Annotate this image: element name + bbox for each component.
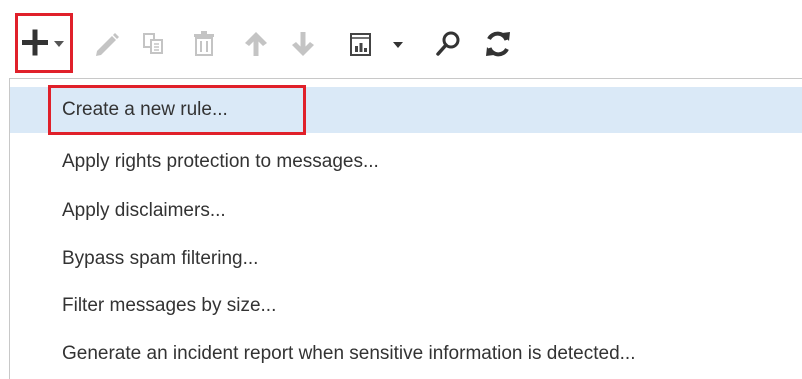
menu-item-label: Apply disclaimers... — [62, 200, 226, 221]
pencil-icon — [96, 33, 119, 56]
edit-button[interactable] — [86, 20, 126, 68]
menu-item-bypass-spam-filtering[interactable]: Bypass spam filtering... — [10, 236, 802, 282]
menu-item-generate-incident-report[interactable]: Generate an incident report when sensiti… — [10, 331, 802, 377]
report-icon — [350, 33, 403, 56]
new-rule-dropdown-menu: Create a new rule... Apply rights protec… — [9, 78, 802, 379]
arrow-up-icon — [245, 32, 267, 56]
menu-item-apply-rights-protection[interactable]: Apply rights protection to messages... — [10, 139, 802, 185]
report-button[interactable] — [342, 20, 412, 68]
menu-item-filter-by-size[interactable]: Filter messages by size... — [10, 283, 802, 329]
refresh-button[interactable] — [478, 20, 518, 68]
trash-icon — [194, 31, 214, 56]
menu-item-create-new-rule[interactable]: Create a new rule... — [10, 87, 802, 133]
search-button[interactable] — [428, 20, 468, 68]
menu-item-label: Create a new rule... — [62, 99, 228, 120]
menu-item-label: Generate an incident report when sensiti… — [62, 343, 636, 364]
menu-item-label: Bypass spam filtering... — [62, 248, 259, 269]
plus-icon — [22, 29, 64, 56]
menu-item-label: Apply rights protection to messages... — [62, 151, 379, 172]
refresh-icon — [486, 31, 510, 57]
menu-item-label: Filter messages by size... — [62, 295, 277, 316]
rules-page: Create a new rule... Apply rights protec… — [0, 0, 802, 379]
search-icon — [436, 31, 460, 56]
move-down-button[interactable] — [283, 20, 323, 68]
copy-icon — [143, 33, 163, 54]
toolbar — [0, 0, 802, 80]
delete-button[interactable] — [184, 20, 224, 68]
arrow-down-icon — [292, 32, 314, 56]
move-up-button[interactable] — [236, 20, 276, 68]
new-rule-button[interactable] — [15, 13, 73, 73]
copy-button[interactable] — [134, 20, 174, 68]
menu-item-apply-disclaimers[interactable]: Apply disclaimers... — [10, 188, 802, 234]
